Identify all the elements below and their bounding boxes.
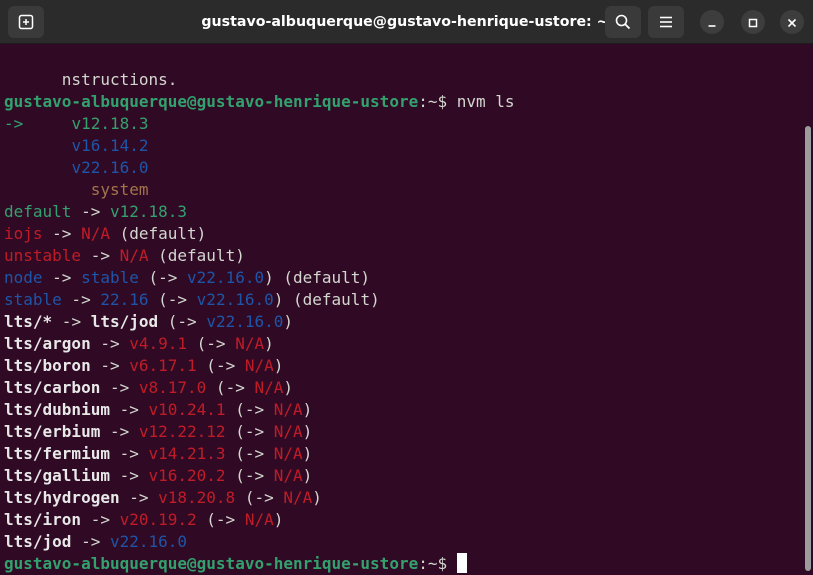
lts-line-jod: lts/jod -> v22.16.0: [4, 532, 188, 551]
version-line-current: -> v12.18.3: [4, 113, 149, 135]
search-icon: [615, 14, 631, 30]
lts-line: lts/gallium -> v16.20.2 (-> N/A): [4, 466, 313, 485]
command-text: nvm ls: [456, 92, 515, 111]
title-bar: gustavo-albuquerque@gustavo-henrique-ust…: [0, 0, 813, 44]
menu-button[interactable]: [648, 6, 684, 38]
version-entry: v16.14.2: [71, 136, 149, 155]
alias-line-default: default -> v12.18.3: [4, 202, 188, 221]
prompt-line-current[interactable]: gustavo-albuquerque@gustavo-henrique-ust…: [4, 553, 467, 575]
prompt-line: gustavo-albuquerque@gustavo-henrique-ust…: [4, 91, 515, 113]
lts-line: lts/carbon -> v8.17.0 (-> N/A): [4, 378, 294, 397]
prompt-path: :~$: [418, 92, 457, 111]
version-line: system: [4, 179, 149, 201]
lts-line: lts/iron -> v20.19.2 (-> N/A): [4, 510, 284, 529]
new-tab-icon: [18, 14, 34, 30]
alias-line-stable: stable -> 22.16 (-> v22.16.0) (default): [4, 290, 380, 309]
maximize-button[interactable]: [741, 10, 765, 34]
lts-line: lts/boron -> v6.17.1 (-> N/A): [4, 356, 284, 375]
lts-line: lts/erbium -> v12.22.12 (-> N/A): [4, 422, 313, 441]
text-cursor: [456, 553, 467, 573]
lts-line: lts/fermium -> v14.21.3 (-> N/A): [4, 444, 313, 463]
alias-line-iojs: iojs -> N/A (default): [4, 224, 207, 243]
alias-line-unstable: unstable -> N/A (default): [4, 246, 245, 265]
hamburger-menu-icon: [658, 14, 674, 30]
prompt-user-host: gustavo-albuquerque@gustavo-henrique-ust…: [4, 92, 419, 111]
close-button[interactable]: [780, 10, 804, 34]
search-button[interactable]: [605, 6, 641, 38]
version-line: v16.14.2: [4, 135, 149, 157]
minimize-button[interactable]: [700, 10, 724, 34]
alias-line-lts-star: lts/* -> lts/jod (-> v22.16.0): [4, 312, 294, 331]
version-entry: v22.16.0: [71, 158, 149, 177]
output-line: nstructions.: [61, 70, 178, 89]
terminal-output[interactable]: nstructions. gustavo-albuquerque@gustavo…: [0, 45, 804, 575]
prompt-user-host: gustavo-albuquerque@gustavo-henrique-ust…: [4, 554, 419, 573]
version-line: v22.16.0: [4, 157, 149, 179]
lts-line: lts/hydrogen -> v18.20.8 (-> N/A): [4, 488, 322, 507]
terminal-window: gustavo-albuquerque@gustavo-henrique-ust…: [0, 0, 813, 575]
alias-line-node: node -> stable (-> v22.16.0) (default): [4, 268, 371, 287]
scrollbar-thumb[interactable]: [805, 126, 811, 571]
current-arrow: ->: [4, 114, 24, 133]
prompt-path: :~$: [418, 554, 457, 573]
version-current: v12.18.3: [71, 114, 149, 133]
lts-line: lts/argon -> v4.9.1 (-> N/A): [4, 334, 274, 353]
close-icon: [787, 13, 797, 32]
version-system: system: [90, 180, 149, 199]
window-title: gustavo-albuquerque@gustavo-henrique-ust…: [201, 14, 609, 30]
lts-line: lts/dubnium -> v10.24.1 (-> N/A): [4, 400, 313, 419]
new-tab-button[interactable]: [8, 6, 44, 38]
minimize-icon: [707, 13, 717, 32]
maximize-icon: [748, 13, 758, 32]
